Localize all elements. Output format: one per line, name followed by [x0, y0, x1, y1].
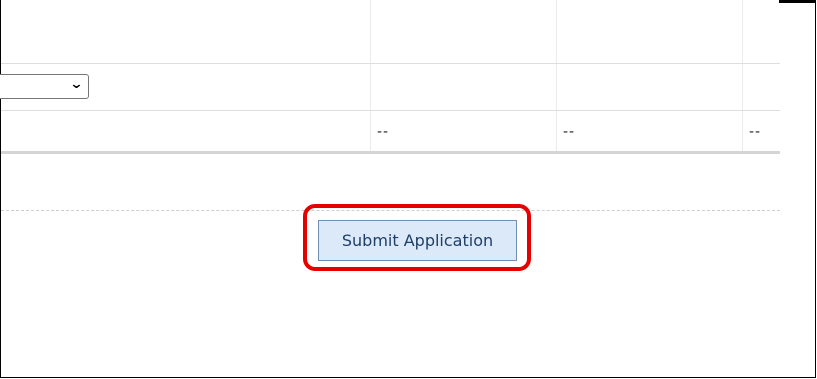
table-cell-value: --	[563, 124, 576, 140]
chevron-down-icon: ⌄	[69, 77, 84, 92]
column-divider	[556, 0, 557, 152]
window-edge	[779, 0, 816, 3]
row-divider	[1, 63, 780, 64]
row-divider	[1, 110, 780, 111]
highlight-annotation	[303, 204, 531, 271]
column-divider	[370, 0, 371, 152]
table-cell-value: --	[377, 124, 390, 140]
page-frame	[0, 0, 816, 378]
table-cell-value: --	[749, 124, 762, 140]
dropdown-select[interactable]: ⌄	[0, 74, 89, 99]
column-divider	[742, 0, 743, 152]
table-bottom-border	[1, 151, 780, 154]
